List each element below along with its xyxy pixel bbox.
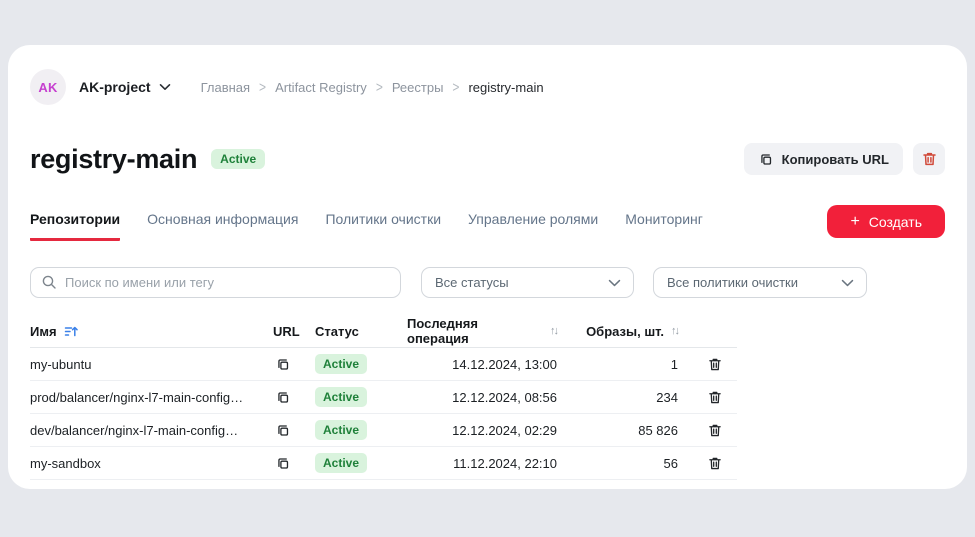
cleanup-policy-filter-value: Все политики очистки [667, 275, 799, 290]
copy-url-row-button[interactable] [273, 454, 292, 473]
tab-bar: Репозитории Основная информация Политики… [30, 211, 703, 241]
title-row: registry-main Active Копировать URL [30, 141, 945, 177]
copy-url-row-button[interactable] [273, 355, 292, 374]
column-header-url-label: URL [273, 323, 300, 339]
delete-row-button[interactable] [706, 355, 724, 374]
tab-repositories[interactable]: Репозитории [30, 211, 121, 241]
tabs-row: Репозитории Основная информация Политики… [30, 205, 945, 246]
column-header-status-label: Статус [315, 323, 359, 339]
row-images-count: 1 [670, 356, 678, 372]
status-filter-value: Все статусы [435, 275, 509, 290]
column-header-images[interactable]: Образы, шт. ↑↓ [557, 323, 680, 339]
column-header-last-operation-label: Последняя операция [407, 316, 478, 346]
breadcrumb-separator-icon: > [259, 78, 267, 96]
page-title: registry-main [30, 143, 198, 174]
filters-row: Все статусы Все политики очистки [30, 267, 945, 298]
delete-row-button[interactable] [706, 421, 724, 440]
table-row[interactable]: prod/balancer/nginx-l7-main-config… Acti… [30, 381, 737, 414]
table-row[interactable]: my-ubuntu Active 14.12.2024, 13:00 1 [30, 348, 737, 381]
repo-name[interactable]: dev/balancer/nginx-l7-main-config… [30, 423, 273, 438]
tab-cleanup-policies[interactable]: Политики очистки [325, 211, 441, 241]
column-header-last-operation[interactable]: Последняя операция ↑↓ [407, 316, 559, 346]
create-button[interactable]: + Создать [827, 205, 945, 238]
copy-icon [758, 152, 773, 167]
status-filter-select[interactable]: Все статусы [421, 267, 634, 298]
breadcrumb-current: registry-main [468, 79, 544, 95]
delete-registry-button[interactable] [913, 143, 945, 175]
avatar[interactable]: AK [30, 69, 66, 105]
sort-ascending-icon [64, 325, 78, 338]
sort-updown-icon: ↑↓ [671, 325, 680, 337]
breadcrumb: Главная > Artifact Registry > Реестры > … [201, 78, 544, 96]
column-header-images-label: Образы, шт. [586, 323, 664, 339]
title-actions: Копировать URL [743, 143, 945, 175]
tab-main-info[interactable]: Основная информация [147, 211, 298, 241]
row-status-badge: Active [315, 353, 368, 375]
top-bar: AK AK-project Главная > Artifact Registr… [30, 69, 945, 105]
row-status-badge: Active [315, 386, 368, 408]
copy-url-button[interactable]: Копировать URL [743, 143, 903, 175]
row-last-operation: 14.12.2024, 13:00 [452, 356, 557, 372]
column-header-name[interactable]: Имя [30, 324, 273, 339]
table-header-row: Имя URL Статус Последняя операция ↑↓ Обр… [30, 315, 737, 348]
search-box [30, 267, 401, 298]
sort-updown-icon: ↑↓ [550, 325, 559, 337]
row-images-count: 234 [656, 389, 678, 405]
plus-icon: + [850, 212, 860, 230]
chevron-down-icon [159, 83, 171, 91]
breadcrumb-home[interactable]: Главная [201, 80, 250, 95]
search-input[interactable] [30, 267, 401, 298]
copy-url-label: Копировать URL [781, 151, 889, 167]
breadcrumb-registries[interactable]: Реестры [392, 80, 444, 95]
repo-name[interactable]: my-sandbox [30, 456, 273, 471]
table-row[interactable]: my-sandbox Active 11.12.2024, 22:10 56 [30, 447, 737, 480]
column-header-name-label: Имя [30, 323, 57, 339]
search-icon [41, 274, 57, 290]
delete-row-button[interactable] [706, 388, 724, 407]
repo-name[interactable]: prod/balancer/nginx-l7-main-config… [30, 390, 273, 405]
project-name: AK-project [79, 79, 151, 95]
delete-row-button[interactable] [706, 454, 724, 473]
breadcrumb-separator-icon: > [375, 78, 383, 96]
table-row[interactable]: dev/balancer/nginx-l7-main-config… Activ… [30, 414, 737, 447]
status-badge: Active [211, 149, 266, 169]
copy-url-row-button[interactable] [273, 421, 292, 440]
project-switcher[interactable]: AK-project [79, 79, 171, 95]
repositories-table: Имя URL Статус Последняя операция ↑↓ Обр… [30, 315, 737, 480]
copy-url-row-button[interactable] [273, 388, 292, 407]
row-last-operation: 11.12.2024, 22:10 [453, 455, 557, 471]
tab-role-management[interactable]: Управление ролями [468, 211, 598, 241]
row-images-count: 56 [663, 455, 678, 471]
column-header-url: URL [273, 324, 315, 339]
row-images-count: 85 826 [638, 422, 678, 438]
breadcrumb-service[interactable]: Artifact Registry [275, 80, 367, 95]
breadcrumb-separator-icon: > [452, 78, 460, 96]
row-last-operation: 12.12.2024, 08:56 [452, 389, 557, 405]
repo-name[interactable]: my-ubuntu [30, 357, 273, 372]
tab-monitoring[interactable]: Мониторинг [625, 211, 703, 241]
create-button-label: Создать [868, 213, 922, 230]
chevron-down-icon [608, 279, 621, 287]
main-card: AK AK-project Главная > Artifact Registr… [8, 45, 967, 489]
column-header-status: Статус [315, 324, 407, 339]
chevron-down-icon [841, 279, 854, 287]
row-status-badge: Active [315, 419, 368, 441]
cleanup-policy-filter-select[interactable]: Все политики очистки [653, 267, 867, 298]
row-status-badge: Active [315, 452, 368, 474]
trash-icon [922, 151, 937, 167]
row-last-operation: 12.12.2024, 02:29 [452, 422, 557, 438]
